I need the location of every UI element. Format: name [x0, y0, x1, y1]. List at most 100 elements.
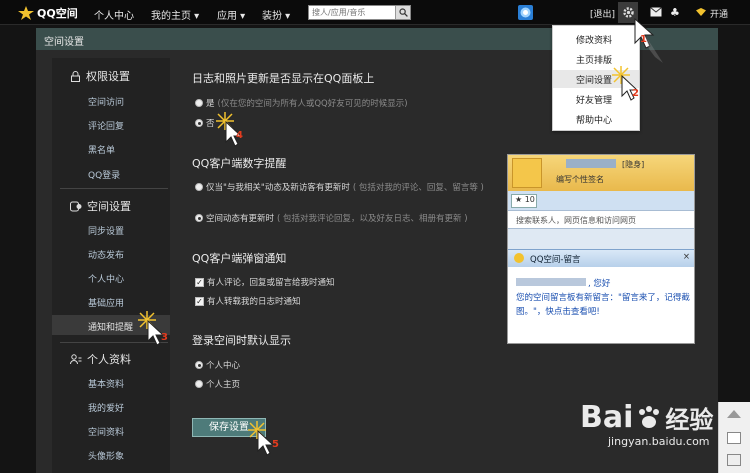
- grid-icon[interactable]: [727, 454, 741, 466]
- popup-greeting-row: , 您好: [516, 277, 690, 291]
- qq-penguin-icon: [514, 253, 524, 263]
- scroll-top-icon[interactable]: [727, 410, 741, 418]
- radio-button-selected[interactable]: [195, 361, 203, 369]
- sidebar-item-basic-apps[interactable]: 基础应用: [88, 296, 124, 309]
- avatar: [512, 158, 542, 188]
- option-label: 否: [206, 119, 215, 129]
- close-icon[interactable]: ×: [683, 252, 690, 262]
- step-marker-3: 3: [161, 332, 168, 343]
- q2-option-all-updates[interactable]: 空间动态有更新时 ( 包括对我评论回复，以及好友日志、相册有更新 ): [195, 212, 468, 224]
- radio-button-selected[interactable]: [195, 119, 203, 127]
- q4-title: 登录空间时默认显示: [192, 334, 291, 347]
- sidebar-item-basic-info[interactable]: 基本资料: [88, 377, 124, 390]
- search-box: [308, 5, 411, 20]
- menu-item-help[interactable]: 帮助中心: [553, 110, 639, 128]
- paw-icon: [639, 405, 660, 428]
- sidebar-item-space-info[interactable]: 空间资料: [88, 425, 124, 438]
- diamond-icon[interactable]: [696, 8, 706, 16]
- option-label: 个人主页: [206, 380, 241, 390]
- lock-icon: [71, 70, 80, 82]
- sidebar-section-permissions: 权限设置: [70, 68, 130, 84]
- cursor-arrow-icon: [634, 17, 663, 63]
- q4-option-personal-center[interactable]: 个人中心: [195, 359, 240, 371]
- step-marker-4: 4: [236, 130, 243, 141]
- step-marker-2: 2: [632, 88, 639, 99]
- signature-label: 编写个性签名: [556, 175, 604, 184]
- sidebar-item-comment-reply[interactable]: 评论回复: [88, 119, 124, 132]
- radio-button[interactable]: [195, 380, 203, 388]
- toggle-settings-icon: [70, 201, 82, 211]
- popup-titlebar: QQ空间-留言 ×: [508, 250, 694, 267]
- option-label: 有人评论，回复或留言给我时通知: [207, 278, 335, 288]
- popup-body: , 您好 您的空间留言板有新留言："留言来了，记得截图。"，快点击查看吧!: [508, 267, 694, 319]
- sidebar-item-avatar[interactable]: 头像形象: [88, 449, 124, 462]
- checkbox-checked[interactable]: ✓: [195, 296, 204, 306]
- sidebar-item-personal-center[interactable]: 个人中心: [88, 272, 124, 285]
- nav-personal-center[interactable]: 个人中心: [94, 7, 134, 22]
- watermark-brand-text: Bai: [580, 400, 634, 435]
- q3-option-comment[interactable]: ✓ 有人评论，回复或留言给我时通知: [195, 276, 335, 288]
- floating-toolbar: [718, 402, 750, 473]
- app-icon[interactable]: [518, 5, 533, 20]
- q3-option-repost[interactable]: ✓ 有人转载我的日志时通知: [195, 295, 301, 307]
- option-label: 是: [206, 99, 215, 109]
- nav-decorate[interactable]: 装扮 ▾: [262, 7, 290, 22]
- sidebar-item-blacklist[interactable]: 黑名单: [88, 143, 115, 156]
- watermark-brand2-text: 经验: [665, 406, 714, 434]
- logout-link[interactable]: [退出]: [590, 7, 615, 20]
- option-label: 个人中心: [206, 361, 241, 371]
- q1-title: 日志和照片更新是否显示在QQ面板上: [192, 72, 375, 85]
- clover-icon[interactable]: ♣: [670, 6, 680, 19]
- nickname-blur: [566, 159, 616, 168]
- sidebar-item-space-access[interactable]: 空间访问: [88, 95, 124, 108]
- nav-my-homepage[interactable]: 我的主页 ▾: [151, 7, 199, 22]
- count-badge: ★ 10: [511, 194, 537, 208]
- baidu-jingyan-watermark: Bai 经验 jingyan.baidu.com: [580, 400, 713, 448]
- star-logo-icon: [18, 6, 34, 20]
- vip-label[interactable]: 开通: [710, 7, 728, 20]
- step-marker-1: 1: [640, 34, 647, 45]
- q1-option-no[interactable]: 否: [195, 117, 215, 129]
- sidebar-item-sync[interactable]: 同步设置: [88, 224, 124, 237]
- person-list-icon: [70, 353, 82, 364]
- section-title: 权限设置: [86, 70, 130, 83]
- sidebar-section-profile: 个人资料: [70, 351, 131, 367]
- popup-notification: QQ空间-留言 × , 您好 您的空间留言板有新留言："留言来了，记得截图。"，…: [508, 249, 694, 343]
- option-label: 仅当"与我相关"动态及新访客有更新时: [206, 183, 350, 193]
- sidebar-item-feed-publish[interactable]: 动态发布: [88, 248, 124, 261]
- q1-option-yes[interactable]: 是 (仅在您的空间为所有人或QQ好友可见的时候显示): [195, 97, 408, 109]
- q2-option-related[interactable]: 仅当"与我相关"动态及新访客有更新时 ( 包括对我的评论、回复、留言等 ): [195, 181, 493, 193]
- logo-text: QQ空间: [37, 7, 78, 20]
- radio-button[interactable]: [195, 183, 203, 191]
- sidebar-item-hobbies[interactable]: 我的爱好: [88, 401, 124, 414]
- popup-title: QQ空间-留言: [530, 255, 581, 265]
- sidebar-section-space-settings: 空间设置: [70, 198, 131, 214]
- radio-button[interactable]: [195, 99, 203, 107]
- menu-item-edit-profile[interactable]: 修改资料: [553, 30, 639, 48]
- popup-message[interactable]: 您的空间留言板有新留言："留言来了，记得截图。"，快点击查看吧!: [516, 291, 690, 319]
- radio-button-selected[interactable]: [195, 214, 203, 222]
- status-label: [隐身]: [622, 160, 645, 169]
- q2-title: QQ客户端数字提醒: [192, 157, 287, 170]
- option-hint: ( 包括对我的评论、回复、留言等 ): [352, 183, 484, 193]
- qq-client-preview: [隐身] 编写个性签名 ★ 10 搜索联系人，网页信息和访问网页 QQ空间-留言…: [507, 154, 695, 344]
- qzone-logo[interactable]: QQ空间: [18, 5, 78, 21]
- checkbox-checked[interactable]: ✓: [195, 277, 204, 287]
- option-label: 有人转载我的日志时通知: [207, 297, 301, 307]
- watermark-url: jingyan.baidu.com: [608, 435, 710, 448]
- preview-search: 搜索联系人，网页信息和访问网页: [508, 211, 694, 229]
- sidebar-item-notifications[interactable]: 通知和提醒: [88, 320, 133, 333]
- search-input[interactable]: [309, 6, 395, 19]
- feedback-icon[interactable]: [727, 432, 741, 444]
- option-hint: (仅在您的空间为所有人或QQ好友可见的时候显示): [217, 99, 408, 109]
- sidebar-item-qq-login[interactable]: QQ登录: [88, 168, 120, 181]
- option-label: 空间动态有更新时: [206, 214, 275, 224]
- q4-option-homepage[interactable]: 个人主页: [195, 378, 240, 390]
- watermark-brand: Bai 经验: [580, 400, 713, 435]
- step-marker-5: 5: [272, 439, 279, 450]
- nav-apps[interactable]: 应用 ▾: [217, 7, 245, 22]
- popup-greeting: , 您好: [588, 279, 611, 289]
- search-icon[interactable]: [395, 6, 410, 19]
- section-title: 个人资料: [87, 353, 131, 366]
- count-value: 10: [524, 195, 535, 204]
